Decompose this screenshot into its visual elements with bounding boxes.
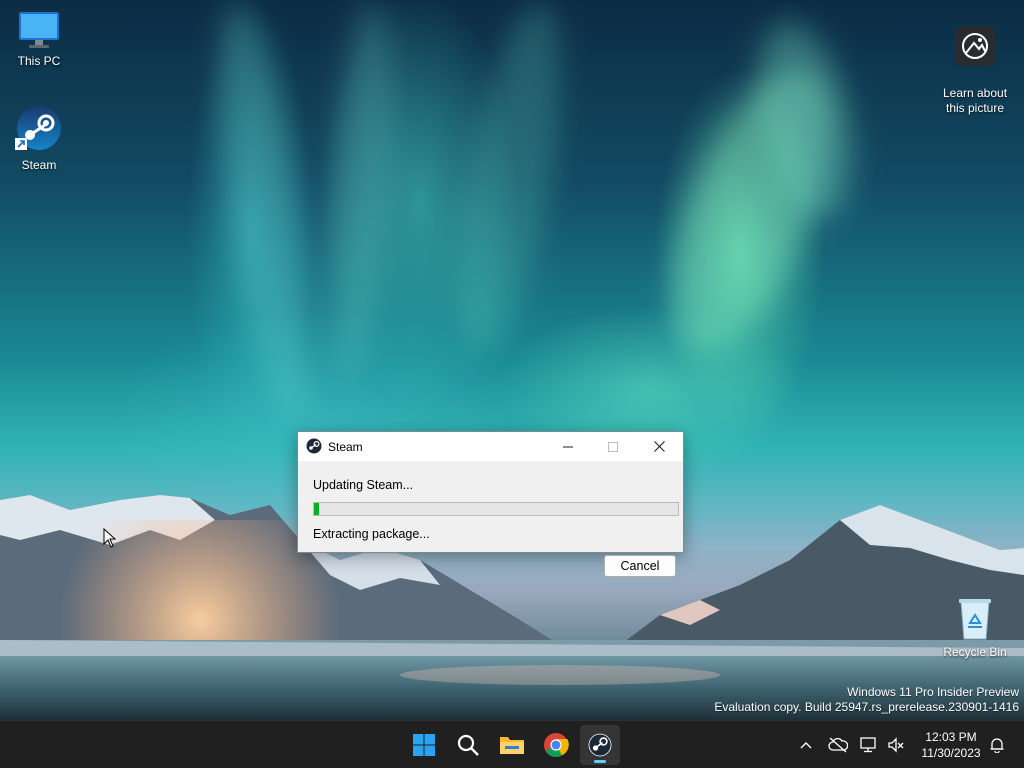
desktop <box>0 0 1024 720</box>
search-icon <box>457 734 479 756</box>
wallpaper-landscape <box>0 495 1024 720</box>
update-status-text: Updating Steam... <box>313 478 414 492</box>
windows-start-icon <box>413 734 435 756</box>
desktop-icon-label: Recycle Bin <box>943 645 1007 659</box>
maximize-button[interactable] <box>591 432 635 461</box>
desktop-icon-recycle-bin[interactable]: Recycle Bin <box>937 597 1013 659</box>
close-button[interactable] <box>637 432 681 461</box>
update-progress-bar <box>313 502 679 516</box>
taskbar-search-button[interactable] <box>448 725 488 765</box>
update-detail-text: Extracting package... <box>313 527 430 541</box>
steam-icon <box>15 106 61 150</box>
cloud-offline-icon <box>828 737 848 753</box>
update-progress-fill <box>314 503 320 515</box>
network-tray-button[interactable] <box>859 735 879 755</box>
dialog-body: Updating Steam... Extracting package... … <box>298 461 683 577</box>
taskbar-start-button[interactable] <box>404 725 444 765</box>
dialog-titlebar[interactable]: Steam <box>298 432 683 461</box>
taskbar-steam[interactable] <box>580 725 620 765</box>
recycle-bin-icon <box>959 599 991 640</box>
onedrive-tray-button[interactable] <box>828 735 848 755</box>
maximize-icon <box>608 441 618 452</box>
volume-tray-button[interactable] <box>886 735 906 755</box>
taskbar-file-explorer[interactable] <box>492 725 532 765</box>
steam-update-dialog: Steam Updating Steam... Extracting packa… <box>297 431 684 577</box>
speaker-muted-icon <box>888 737 904 753</box>
chevron-up-icon <box>800 742 812 749</box>
active-app-indicator <box>594 760 606 763</box>
network-icon <box>860 737 876 753</box>
close-icon <box>653 441 665 452</box>
desktop-icon-label: Learn about this picture <box>942 86 1008 115</box>
cancel-button[interactable]: Cancel <box>604 555 676 577</box>
clock-time: 12:03 PM <box>925 730 977 744</box>
dialog-title: Steam <box>328 440 363 454</box>
this-pc-icon <box>19 12 59 48</box>
learn-about-picture-icon <box>955 26 995 66</box>
taskbar-chrome[interactable] <box>536 725 576 765</box>
windows-watermark: Windows 11 Pro Insider Preview Evaluatio… <box>714 685 1019 715</box>
desktop-icon-this-pc[interactable]: This PC <box>1 10 77 68</box>
minimize-icon <box>563 446 573 447</box>
folder-icon <box>500 737 524 754</box>
desktop-icon-label: Steam <box>21 158 57 172</box>
clock-date: 11/30/2023 <box>921 746 981 760</box>
taskbar-clock[interactable]: 12:03 PM 11/30/2023 <box>912 729 990 761</box>
desktop-icon-learn-about-picture[interactable]: Learn about this picture <box>937 10 1013 116</box>
chrome-icon <box>544 733 569 758</box>
taskbar: 12:03 PM 11/30/2023 <box>0 720 1024 768</box>
notifications-button[interactable] <box>987 735 1007 755</box>
desktop-icon-label: This PC <box>17 54 61 68</box>
mouse-cursor-icon <box>103 528 117 548</box>
show-hidden-icons-button[interactable] <box>796 735 816 755</box>
bell-icon <box>990 738 1004 753</box>
desktop-icon-steam[interactable]: Steam <box>1 106 77 172</box>
steam-icon <box>588 733 612 757</box>
minimize-button[interactable] <box>546 432 590 461</box>
watermark-edition: Windows 11 Pro Insider Preview <box>847 685 1019 699</box>
steam-icon <box>306 438 322 454</box>
watermark-build: Evaluation copy. Build 25947.rs_prerelea… <box>714 700 1019 714</box>
